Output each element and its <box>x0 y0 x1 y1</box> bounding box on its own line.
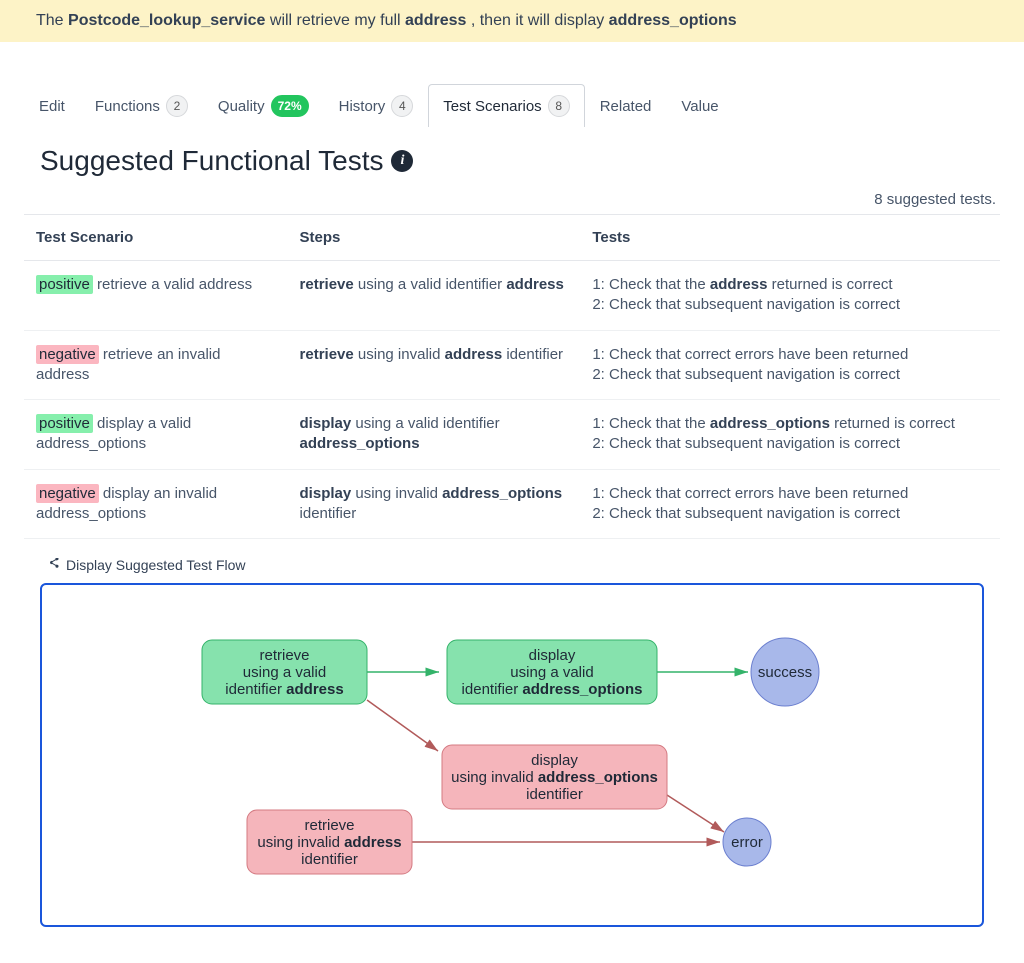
table-row: positive retrieve a valid addressretriev… <box>24 261 1000 331</box>
tab-bar: EditFunctions2Quality72%History4Test Sce… <box>24 84 1000 127</box>
tests-table: Test Scenario Steps Tests positive retri… <box>24 214 1000 539</box>
banner-text: The <box>36 12 68 29</box>
spec-banner: The Postcode_lookup_service will retriev… <box>0 0 1024 42</box>
tab-badge: 72% <box>271 95 309 117</box>
test-flow-diagram: retrieveusing a valididentifier addressd… <box>40 583 984 927</box>
negative-tag: negative <box>36 484 99 503</box>
svg-text:using invalid address: using invalid address <box>257 834 401 851</box>
tab-badge: 4 <box>391 95 413 117</box>
svg-text:display: display <box>529 647 576 664</box>
svg-text:using a valid: using a valid <box>243 664 326 681</box>
tab-history[interactable]: History4 <box>324 84 429 127</box>
positive-tag: positive <box>36 414 93 433</box>
section-title: Suggested Functional Tests i <box>40 145 1000 177</box>
negative-tag: negative <box>36 345 99 364</box>
svg-text:using a valid: using a valid <box>510 664 593 681</box>
tab-edit[interactable]: Edit <box>24 87 80 125</box>
display-flow-label: Display Suggested Test Flow <box>66 557 246 573</box>
svg-text:retrieve: retrieve <box>259 647 309 664</box>
share-icon <box>48 557 60 573</box>
tab-test-scenarios[interactable]: Test Scenarios8 <box>428 84 584 127</box>
col-header-tests: Tests <box>580 215 1000 261</box>
tab-related[interactable]: Related <box>585 87 667 125</box>
tab-badge: 8 <box>548 95 570 117</box>
col-header-scenario: Test Scenario <box>24 215 288 261</box>
tab-quality[interactable]: Quality72% <box>203 84 324 127</box>
svg-text:retrieve: retrieve <box>304 817 354 834</box>
svg-text:using invalid address_options: using invalid address_options <box>451 769 658 786</box>
table-row: negative retrieve an invalid addressretr… <box>24 330 1000 400</box>
svg-text:identifier: identifier <box>301 851 358 868</box>
table-row: positive display a valid address_options… <box>24 400 1000 470</box>
col-header-steps: Steps <box>288 215 581 261</box>
svg-text:identifier address_options: identifier address_options <box>462 681 643 698</box>
display-flow-link[interactable]: Display Suggested Test Flow <box>24 539 1000 583</box>
banner-service: Postcode_lookup_service <box>68 12 265 29</box>
svg-text:identifier address: identifier address <box>225 681 343 698</box>
svg-text:display: display <box>531 752 578 769</box>
svg-text:identifier: identifier <box>526 786 583 803</box>
tab-value[interactable]: Value <box>666 87 733 125</box>
summary-count: 8 suggested tests. <box>24 181 1000 214</box>
tab-functions[interactable]: Functions2 <box>80 84 203 127</box>
positive-tag: positive <box>36 275 93 294</box>
svg-text:error: error <box>731 834 763 851</box>
info-icon[interactable]: i <box>391 150 413 172</box>
svg-text:success: success <box>758 664 812 681</box>
table-row: negative display an invalid address_opti… <box>24 469 1000 539</box>
tab-badge: 2 <box>166 95 188 117</box>
